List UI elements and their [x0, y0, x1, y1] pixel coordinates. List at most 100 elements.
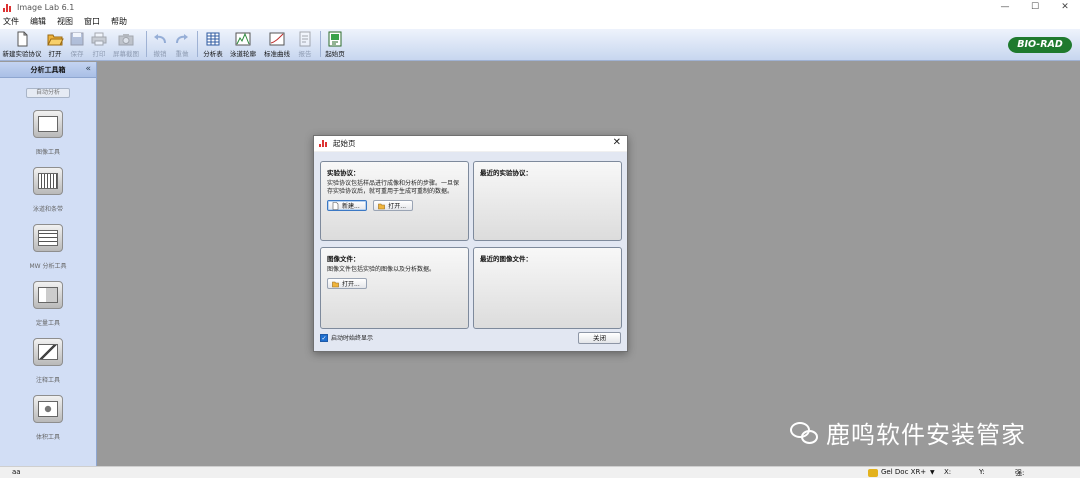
save-icon: [70, 32, 84, 46]
lanes-bands-button[interactable]: 泳道和条带: [0, 167, 96, 213]
watermark-text: 鹿鸣软件安装管家: [826, 421, 1026, 449]
protocol-heading: 实验协议：: [327, 169, 360, 177]
app-logo-icon: [319, 140, 327, 147]
report-button[interactable]: 报告: [296, 29, 314, 59]
dialog-close-icon[interactable]: ✕: [613, 137, 621, 148]
menu-edit[interactable]: 编辑: [30, 16, 46, 27]
open-button[interactable]: 打开: [46, 29, 64, 59]
device-name[interactable]: Gel Doc XR+: [881, 468, 926, 476]
new-protocol-label: 新建...: [342, 203, 360, 210]
volume-tools-button[interactable]: 体积工具: [0, 395, 96, 441]
open-folder-icon: [378, 203, 386, 209]
dialog-title: 起始页: [333, 139, 356, 148]
tool-label: 泳道和条带: [32, 206, 63, 213]
screenshot-button[interactable]: 屏幕截图: [112, 29, 140, 59]
redo-button[interactable]: 重做: [173, 29, 191, 59]
redo-icon: [176, 34, 188, 44]
open-folder-icon: [332, 281, 339, 287]
close-window-button[interactable]: ✕: [1050, 0, 1080, 14]
protocol-description: 实验协议包括样品进行成像和分析的步骤。一旦保存实验协议后，就可重用于生成可重制的…: [327, 180, 460, 195]
minimize-button[interactable]: —: [990, 0, 1020, 14]
new-document-icon: [332, 201, 339, 210]
toolbox-header: 分析工具箱 «: [0, 62, 96, 78]
toolbar-label: 标准曲线: [264, 50, 290, 58]
recent-images-heading: 最近的图像文件：: [480, 255, 532, 263]
collapse-icon[interactable]: «: [85, 64, 91, 74]
new-document-icon: [17, 31, 28, 47]
status-left-text: aa: [12, 468, 21, 476]
menu-file[interactable]: 文件: [3, 16, 19, 27]
show-on-startup-checkbox[interactable]: ✓: [320, 333, 328, 342]
image-file-panel: 图像文件： 图像文件包括实验的图像以及分析数据。 打开...: [320, 247, 469, 329]
x-coordinate-label: X:: [944, 468, 952, 476]
toolbar-label: 起始页: [325, 50, 345, 58]
print-icon: [91, 32, 107, 46]
undo-button[interactable]: 撤销: [151, 29, 169, 59]
annotation-tools-button[interactable]: 注释工具: [0, 338, 96, 384]
recent-protocols-panel: 最近的实验协议：: [473, 161, 622, 241]
protocol-panel: 实验协议： 实验协议包括样品进行成像和分析的步骤。一旦保存实验协议后，就可重用于…: [320, 161, 469, 241]
start-page-icon: [328, 31, 342, 47]
auto-analysis-button[interactable]: 自动分析: [26, 88, 70, 98]
lane-profile-icon: [235, 32, 251, 46]
toolbar-label: 重做: [175, 50, 189, 58]
menu-window[interactable]: 窗口: [84, 16, 100, 27]
open-image-button[interactable]: 打开...: [327, 278, 367, 289]
toolbar-label: 报告: [298, 50, 312, 58]
toolbar-separator: [146, 31, 147, 57]
recent-protocols-heading: 最近的实验协议：: [480, 169, 532, 177]
quantity-tools-button[interactable]: 定量工具: [0, 281, 96, 327]
toolbar-separator: [320, 31, 321, 57]
bio-rad-logo: BIO-RAD: [1008, 37, 1072, 53]
quantity-tools-icon: [33, 281, 63, 309]
recent-images-panel: 最近的图像文件：: [473, 247, 622, 329]
standard-curve-icon: [269, 32, 285, 46]
camera-icon: [118, 34, 134, 46]
title-bar: Image Lab 6.1 — ☐ ✕: [0, 0, 1080, 14]
toolbar-label: 打印: [92, 50, 106, 58]
tool-label: 注释工具: [35, 377, 60, 384]
toolbox-title: 分析工具箱: [30, 65, 66, 74]
toolbar-label: 屏幕截图: [113, 50, 139, 58]
image-tools-button[interactable]: 图像工具: [0, 110, 96, 156]
start-page-dialog: 起始页 ✕ 实验协议： 实验协议包括样品进行成像和分析的步骤。一旦保存实验协议后…: [313, 135, 628, 352]
intensity-label: 强:: [1015, 469, 1025, 477]
menu-view[interactable]: 视图: [57, 16, 73, 27]
save-button[interactable]: 保存: [68, 29, 86, 59]
app-logo-icon: [3, 3, 13, 12]
lane-profile-button[interactable]: 泳道轮廓: [228, 29, 258, 59]
volume-tools-icon: [33, 395, 63, 423]
show-on-startup-label: 启动时始终显示: [331, 335, 374, 342]
start-page-button[interactable]: 起始页: [325, 29, 345, 59]
table-icon: [206, 32, 220, 46]
analysis-table-button[interactable]: 分析表: [202, 29, 224, 59]
lanes-bands-icon: [33, 167, 63, 195]
standard-curve-button[interactable]: 标准曲线: [262, 29, 292, 59]
print-button[interactable]: 打印: [90, 29, 108, 59]
mw-analysis-button[interactable]: MW 分析工具: [0, 224, 96, 270]
dialog-body: 实验协议： 实验协议包括样品进行成像和分析的步骤。一旦保存实验协议后，就可重用于…: [314, 152, 627, 351]
open-protocol-label: 打开...: [388, 203, 407, 210]
image-file-description: 图像文件包括实验的图像以及分析数据。: [327, 266, 436, 273]
maximize-button[interactable]: ☐: [1020, 0, 1050, 14]
wechat-icon: [790, 420, 820, 446]
close-dialog-button[interactable]: 关闭: [578, 332, 621, 344]
startup-checkbox-row: ✓ 启动时始终显示: [320, 333, 373, 342]
device-dropdown-icon[interactable]: ▼: [930, 469, 935, 476]
toolbar-label: 泳道轮廓: [230, 50, 256, 58]
open-protocol-button[interactable]: 打开...: [373, 200, 414, 211]
new-protocol-button[interactable]: 新建实验协议: [2, 29, 42, 59]
window-title: Image Lab 6.1: [17, 2, 75, 12]
menu-help[interactable]: 帮助: [111, 16, 127, 27]
warning-icon: [868, 469, 878, 477]
analysis-toolbox: 分析工具箱 « 自动分析 图像工具 泳道和条带 MW 分析工具 定量工具 注释工…: [0, 62, 97, 466]
toolbar-label: 分析表: [203, 50, 223, 58]
tool-label: MW 分析工具: [29, 263, 67, 270]
toolbar-label: 新建实验协议: [2, 50, 42, 58]
tool-label: 图像工具: [35, 149, 60, 156]
open-image-label: 打开...: [342, 281, 360, 288]
toolbar-label: 撤销: [153, 50, 167, 58]
new-protocol-dialog-button[interactable]: 新建...: [327, 200, 367, 211]
status-bar: aa Gel Doc XR+ ▼ X: Y: 强:: [0, 466, 1080, 478]
mw-analysis-icon: [33, 224, 63, 252]
